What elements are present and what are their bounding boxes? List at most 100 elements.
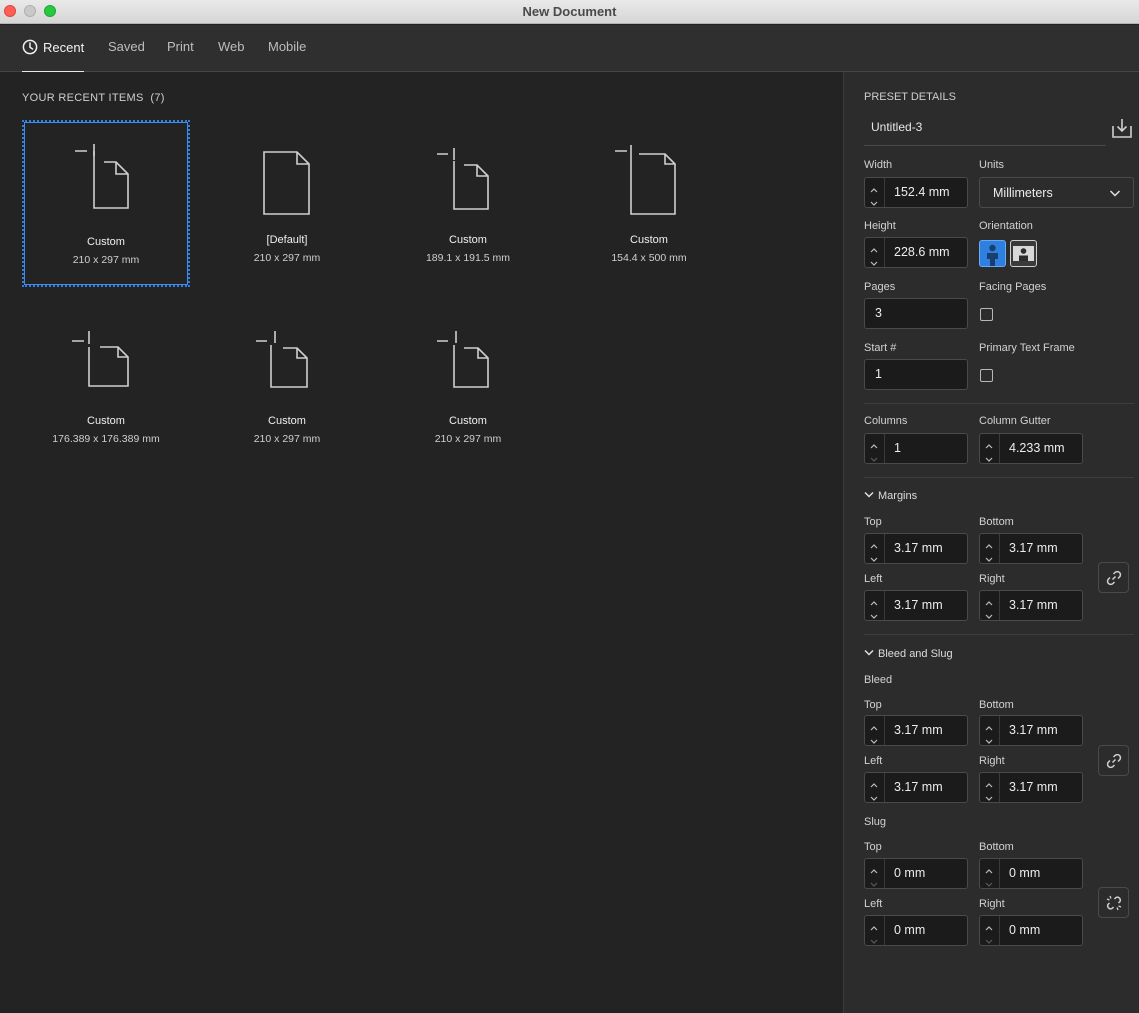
- link-slug-button[interactable]: [1098, 887, 1129, 918]
- bleed-left-label: Left: [864, 755, 883, 767]
- chevron-down-icon[interactable]: [985, 733, 993, 744]
- columns-stepper[interactable]: 1: [864, 433, 968, 464]
- margin-bottom-stepper[interactable]: 3.17 mm: [979, 533, 1083, 564]
- chevron-down-icon[interactable]: [870, 608, 878, 619]
- stepper-arrows[interactable]: [980, 916, 1000, 945]
- recent-item[interactable]: Custom 210 x 297 mm: [22, 120, 190, 287]
- chevron-down-icon[interactable]: [985, 451, 993, 462]
- chevron-down-icon[interactable]: [985, 790, 993, 801]
- stepper-arrows[interactable]: [980, 534, 1000, 563]
- margins-section-toggle[interactable]: Margins: [864, 490, 917, 502]
- tab-web[interactable]: Web: [218, 39, 245, 72]
- chevron-up-icon[interactable]: [870, 919, 878, 931]
- portrait-orientation-button[interactable]: [979, 240, 1006, 267]
- slug-right-stepper[interactable]: 0 mm: [979, 915, 1083, 946]
- slug-left-stepper[interactable]: 0 mm: [864, 915, 968, 946]
- bleed-slug-heading: Bleed and Slug: [878, 648, 953, 660]
- stepper-arrows[interactable]: [865, 591, 885, 620]
- chevron-down-icon[interactable]: [870, 790, 878, 801]
- stepper-arrows[interactable]: [980, 591, 1000, 620]
- slug-top-label: Top: [864, 841, 882, 853]
- landscape-orientation-button[interactable]: [1010, 240, 1037, 267]
- chevron-up-icon[interactable]: [870, 719, 878, 731]
- stepper-arrows[interactable]: [865, 534, 885, 563]
- recent-item[interactable]: Custom 189.1 x 191.5 mm: [384, 120, 552, 287]
- stepper-arrows[interactable]: [865, 773, 885, 802]
- chevron-up-icon[interactable]: [985, 919, 993, 931]
- chevron-down-icon[interactable]: [870, 876, 878, 887]
- stepper-arrows[interactable]: [865, 238, 885, 267]
- chevron-down-icon[interactable]: [870, 255, 878, 266]
- chain-link-icon: [1106, 753, 1122, 769]
- chevron-down-icon[interactable]: [870, 933, 878, 944]
- item-size: 210 x 297 mm: [253, 252, 321, 264]
- link-margins-button[interactable]: [1098, 562, 1129, 593]
- bleed-slug-section-toggle[interactable]: Bleed and Slug: [864, 648, 953, 660]
- tab-print[interactable]: Print: [167, 39, 194, 72]
- primary-text-frame-checkbox[interactable]: [980, 369, 993, 382]
- margin-left-stepper[interactable]: 3.17 mm: [864, 590, 968, 621]
- stepper-arrows[interactable]: [865, 716, 885, 745]
- chevron-down-icon[interactable]: [870, 551, 878, 562]
- chevron-up-icon[interactable]: [985, 437, 993, 449]
- units-select[interactable]: Millimeters: [979, 177, 1134, 208]
- stepper-arrows[interactable]: [980, 434, 1000, 463]
- link-bleed-button[interactable]: [1098, 745, 1129, 776]
- stepper-arrows[interactable]: [980, 716, 1000, 745]
- recent-item[interactable]: Custom 210 x 297 mm: [203, 301, 371, 468]
- stepper-arrows[interactable]: [980, 859, 1000, 888]
- tab-recent[interactable]: Recent: [22, 39, 85, 73]
- stepper-arrows[interactable]: [865, 916, 885, 945]
- bleed-left-stepper[interactable]: 3.17 mm: [864, 772, 968, 803]
- slug-top-stepper[interactable]: 0 mm: [864, 858, 968, 889]
- recent-item[interactable]: Custom 176.389 x 176.389 mm: [22, 301, 190, 468]
- pages-input[interactable]: 3: [864, 298, 968, 329]
- preset-name-field[interactable]: Untitled-3: [864, 116, 1106, 146]
- width-stepper[interactable]: 152.4 mm: [864, 177, 968, 208]
- chevron-down-icon[interactable]: [870, 451, 878, 462]
- start-page-input[interactable]: 1: [864, 359, 968, 390]
- item-size: 210 x 297 mm: [434, 433, 502, 445]
- chevron-up-icon[interactable]: [870, 862, 878, 874]
- stepper-arrows[interactable]: [865, 859, 885, 888]
- recent-item[interactable]: [Default] 210 x 297 mm: [203, 120, 371, 287]
- slug-bottom-stepper[interactable]: 0 mm: [979, 858, 1083, 889]
- chevron-down-icon[interactable]: [870, 195, 878, 206]
- chevron-down-icon[interactable]: [985, 933, 993, 944]
- chevron-down-icon[interactable]: [985, 876, 993, 887]
- stepper-arrows[interactable]: [865, 434, 885, 463]
- recent-item[interactable]: Custom 210 x 297 mm: [384, 301, 552, 468]
- chevron-up-icon[interactable]: [985, 537, 993, 549]
- chevron-up-icon[interactable]: [985, 862, 993, 874]
- stepper-arrows[interactable]: [865, 178, 885, 207]
- save-preset-button[interactable]: [1110, 116, 1134, 140]
- tab-mobile[interactable]: Mobile: [268, 39, 306, 72]
- chevron-up-icon[interactable]: [985, 719, 993, 731]
- item-size: 176.389 x 176.389 mm: [52, 433, 160, 445]
- chevron-up-icon[interactable]: [870, 776, 878, 788]
- margin-top-stepper[interactable]: 3.17 mm: [864, 533, 968, 564]
- column-gutter-stepper[interactable]: 4.233 mm: [979, 433, 1083, 464]
- stepper-arrows[interactable]: [980, 773, 1000, 802]
- divider: [864, 477, 1134, 478]
- bleed-top-stepper[interactable]: 3.17 mm: [864, 715, 968, 746]
- chevron-down-icon[interactable]: [870, 733, 878, 744]
- recent-item[interactable]: Custom 154.4 x 500 mm: [565, 120, 733, 287]
- chevron-up-icon[interactable]: [870, 537, 878, 549]
- chevron-up-icon[interactable]: [870, 181, 878, 193]
- bleed-right-stepper[interactable]: 3.17 mm: [979, 772, 1083, 803]
- chevron-up-icon[interactable]: [870, 241, 878, 253]
- start-page-value: 1: [875, 367, 882, 381]
- facing-pages-checkbox[interactable]: [980, 308, 993, 321]
- chevron-up-icon[interactable]: [870, 594, 878, 606]
- tab-saved[interactable]: Saved: [108, 39, 145, 72]
- chevron-up-icon[interactable]: [870, 437, 878, 449]
- height-stepper[interactable]: 228.6 mm: [864, 237, 968, 268]
- chevron-down-icon[interactable]: [985, 608, 993, 619]
- chevron-down-icon[interactable]: [985, 551, 993, 562]
- chevron-up-icon[interactable]: [985, 594, 993, 606]
- bleed-bottom-stepper[interactable]: 3.17 mm: [979, 715, 1083, 746]
- divider: [864, 403, 1134, 404]
- chevron-up-icon[interactable]: [985, 776, 993, 788]
- margin-right-stepper[interactable]: 3.17 mm: [979, 590, 1083, 621]
